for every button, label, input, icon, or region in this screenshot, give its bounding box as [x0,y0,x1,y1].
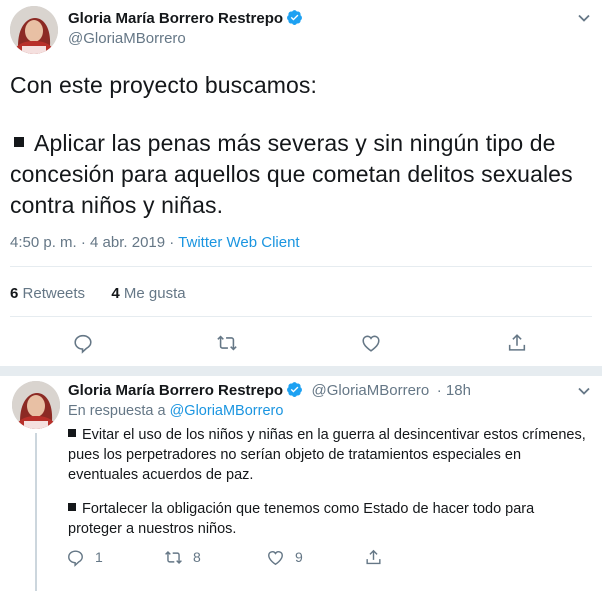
share-icon [508,334,526,351]
retweets-stat[interactable]: 6 Retweets [10,285,85,302]
reply-time[interactable]: · 18h [437,382,471,399]
retweets-label: Retweets [22,285,86,302]
reply-icon [74,334,92,354]
author-name-text[interactable]: Gloria María Borrero Restrepo [68,10,283,27]
verified-icon [286,381,303,403]
chevron-down-icon[interactable] [574,8,594,28]
in-reply-handle[interactable]: @GloriaMBorrero [170,403,284,419]
reply-button[interactable] [70,330,96,356]
retweet-icon [165,550,182,564]
avatar[interactable] [10,6,58,54]
heart-icon [268,550,283,565]
tweet-timestamp[interactable]: 4:50 p. m. · 4 abr. 2019 · [10,234,178,251]
like-count: 9 [295,549,303,565]
reply-author-handle[interactable]: @GloriaMBorrero [312,382,430,399]
tweet-client-link[interactable]: Twitter Web Client [178,234,299,251]
retweet-icon [217,335,237,351]
reply-avatar[interactable] [12,381,60,429]
verified-icon [286,9,303,30]
likes-count: 4 [111,285,120,302]
chevron-down-icon[interactable] [574,381,594,401]
reply-count: 1 [95,549,103,565]
in-reply-to: En respuesta a @GloriaMBorrero [68,403,283,419]
retweet-button[interactable]: 8 [164,546,201,568]
thread-line [35,433,37,591]
retweet-count: 8 [193,549,201,565]
tweet-meta: 4:50 p. m. · 4 abr. 2019 · Twitter Web C… [10,234,300,251]
divider [10,316,592,317]
likes-stat[interactable]: 4 Me gusta [111,285,185,302]
reply-bullet-2: Fortalecer la obligación que tenemos com… [68,499,588,539]
retweet-button[interactable] [214,330,240,356]
reply-bullet-1-text: Evitar el uso de los niños y niñas en la… [68,427,586,483]
reply-icon [68,549,83,567]
retweets-count: 6 [10,285,19,302]
reply-button[interactable]: 1 [66,546,103,568]
tweet-intro: Con este proyecto buscamos: [10,72,317,98]
likes-label: Me gusta [123,285,186,302]
heart-icon [362,335,380,352]
stats-row: 6 Retweets 4 Me gusta [10,285,186,302]
like-button[interactable]: 9 [266,546,303,568]
reply-author-name[interactable]: Gloria María Borrero Restrepo [68,382,283,399]
reply-bullet-1: Evitar el uso de los niños y niñas en la… [68,425,588,485]
author-name[interactable]: Gloria María Borrero Restrepo [68,9,303,30]
share-button[interactable] [504,330,530,356]
tweet-bullet: Aplicar las penas más severas y sin ning… [10,128,590,221]
divider [0,376,602,377]
share-icon [366,549,381,564]
bullet-square-icon [68,429,76,437]
like-button[interactable] [358,330,384,356]
reply-header: Gloria María Borrero Restrepo @GloriaMBo… [68,381,471,403]
reply-bullet-2-text: Fortalecer la obligación que tenemos com… [68,501,535,537]
tweet-bullet-text: Aplicar las penas más severas y sin ning… [10,130,573,218]
share-button[interactable] [364,546,383,568]
bullet-square-icon [68,503,76,511]
divider [10,266,592,267]
section-divider [0,366,602,376]
bullet-square-icon [14,137,24,147]
in-reply-prefix: En respuesta a [68,403,170,419]
author-handle[interactable]: @GloriaMBorrero [68,30,186,47]
